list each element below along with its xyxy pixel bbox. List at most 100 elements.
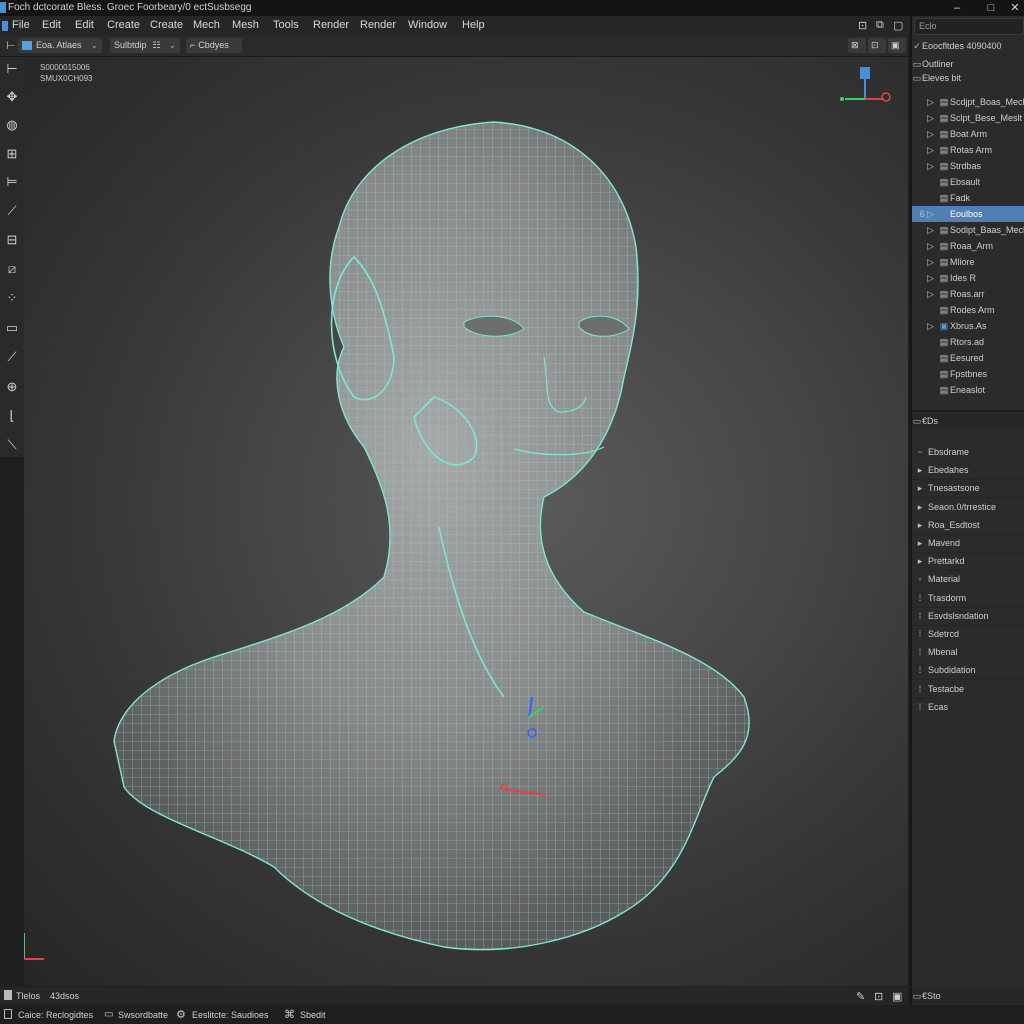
- section-toggle-icon[interactable]: ⁞: [912, 681, 928, 698]
- section-toggle-icon[interactable]: ⁞: [912, 608, 928, 625]
- section-toggle-icon[interactable]: ▸: [912, 553, 928, 570]
- section-toggle-icon[interactable]: ▸: [912, 535, 928, 552]
- fullscreen-icon[interactable]: ▢: [893, 19, 903, 32]
- annotate-tool-icon[interactable]: ⊟: [2, 230, 22, 250]
- 3d-viewport[interactable]: S0000015006 SMUX0CH093: [24, 57, 908, 986]
- poly-build-icon[interactable]: ⟋: [2, 347, 22, 367]
- menu-edit-2[interactable]: Edit: [75, 19, 94, 31]
- section-toggle-icon[interactable]: ▸: [912, 462, 928, 479]
- menu-tools[interactable]: Tools: [273, 19, 299, 31]
- property-section[interactable]: ⁞ Trasdorm: [912, 590, 1024, 608]
- section-toggle-icon[interactable]: ▸: [912, 499, 928, 516]
- expand-arrow-icon[interactable]: ▷: [912, 254, 938, 270]
- section-toggle-icon[interactable]: ⁞: [912, 590, 928, 607]
- property-section[interactable]: ⁞ Subdidation: [912, 662, 1024, 680]
- menu-render-2[interactable]: Render: [360, 19, 396, 31]
- layout-icon[interactable]: ⊡: [858, 19, 867, 32]
- expand-icon[interactable]: ▣: [892, 990, 902, 1003]
- property-section[interactable]: ⁞ Esvdslsndation: [912, 608, 1024, 626]
- menu-edit[interactable]: Edit: [42, 19, 61, 31]
- outliner-item[interactable]: ▤ Rtors.ad: [912, 334, 1024, 350]
- brush-tool-icon[interactable]: ⟋: [2, 201, 22, 221]
- property-section[interactable]: ▸ Seaon.0/trrestice: [912, 499, 1024, 517]
- expand-arrow-icon[interactable]: ▷: [912, 286, 938, 302]
- outliner-item[interactable]: ▷ ▤ Rotas Arm: [912, 142, 1024, 158]
- property-section[interactable]: − Ebsdrame: [912, 444, 1024, 462]
- mode-selector[interactable]: Eoa. Atlaes ⌄: [18, 38, 102, 53]
- overlay-toggle-icon[interactable]: ⊠: [848, 38, 866, 53]
- shading-selector[interactable]: ⌐ Cbdyes: [186, 38, 242, 53]
- outliner-filter-row[interactable]: ✓Eoocfltdes 4090400: [912, 38, 1024, 54]
- outliner-item[interactable]: ▤ Eesured: [912, 350, 1024, 366]
- property-section[interactable]: ▸ Prettarkd: [912, 553, 1024, 571]
- section-toggle-icon[interactable]: ⁞: [912, 662, 928, 679]
- section-toggle-icon[interactable]: ⁞: [912, 626, 928, 643]
- property-section[interactable]: ▸ Mavend: [912, 535, 1024, 553]
- move-tool-icon[interactable]: ✥: [2, 87, 22, 107]
- property-section[interactable]: ◦ Material: [912, 571, 1024, 589]
- frame-icon[interactable]: ⊡: [874, 990, 883, 1003]
- outliner-item[interactable]: ▷ ▤ Sodipt_Baas_Mech: [912, 222, 1024, 238]
- minimize-icon[interactable]: –: [946, 0, 968, 16]
- section-toggle-icon[interactable]: ▸: [912, 480, 928, 497]
- loop-cut-icon[interactable]: ⁘: [2, 288, 22, 308]
- outliner-item[interactable]: ▷ ▤ Mliore: [912, 254, 1024, 270]
- select-tool-icon[interactable]: ⊢: [2, 59, 22, 79]
- expand-arrow-icon[interactable]: ▷: [912, 318, 938, 334]
- view-selector[interactable]: Sulbtdip ☷ ⌄: [110, 38, 180, 53]
- xray-toggle-icon[interactable]: ▣: [888, 38, 906, 53]
- edit-icon[interactable]: ✎: [856, 990, 865, 1003]
- measure-tool-icon[interactable]: ⧄: [2, 259, 22, 279]
- outliner-item[interactable]: ▤ Ebsault: [912, 174, 1024, 190]
- property-section[interactable]: ▸ Tnesastsone: [912, 480, 1024, 498]
- property-section[interactable]: ▸ Roa_Esdtost: [912, 517, 1024, 535]
- expand-arrow-icon[interactable]: ▷: [912, 142, 938, 158]
- outliner-item[interactable]: ▤ Fadk: [912, 190, 1024, 206]
- gizmo-toggle-icon[interactable]: ⊡: [868, 38, 886, 53]
- menu-create[interactable]: Create: [107, 19, 140, 31]
- expand-arrow-icon[interactable]: ▷: [912, 270, 938, 286]
- expand-arrow-icon[interactable]: ▷: [912, 126, 938, 142]
- shear-tool-icon[interactable]: ⟍: [2, 435, 22, 455]
- spin-tool-icon[interactable]: ⊕: [2, 377, 22, 397]
- outliner-search-field[interactable]: Eclo: [914, 18, 1024, 35]
- editor-type-icon[interactable]: ⊢: [6, 39, 16, 52]
- property-section[interactable]: ⁞ Testacbe: [912, 681, 1024, 699]
- close-icon[interactable]: ✕: [1004, 0, 1024, 16]
- outliner-item[interactable]: 6 ▷ Eoulbos: [912, 206, 1024, 222]
- outliner-item[interactable]: ▷ ▤ Scdjpt_Boas_Mech: [912, 94, 1024, 110]
- outliner-item[interactable]: ▷ ▤ Strdbas: [912, 158, 1024, 174]
- expand-arrow-icon[interactable]: ▷: [912, 222, 938, 238]
- menu-mech[interactable]: Mech: [193, 19, 220, 31]
- section-toggle-icon[interactable]: −: [912, 444, 928, 461]
- knife-tool-icon[interactable]: ▭: [2, 318, 22, 338]
- outliner-item[interactable]: ▤ Fpstbnes: [912, 366, 1024, 382]
- property-section[interactable]: ▸ Ebedahes: [912, 462, 1024, 480]
- transform-tool-icon[interactable]: ⊨: [2, 172, 22, 192]
- menu-mesh[interactable]: Mesh: [232, 19, 259, 31]
- expand-arrow-icon[interactable]: ▷: [912, 238, 938, 254]
- menu-render[interactable]: Render: [313, 19, 349, 31]
- expand-arrow-icon[interactable]: 6 ▷: [912, 206, 938, 222]
- outliner-item[interactable]: ▷ ▤ Boat Arm: [912, 126, 1024, 142]
- property-section[interactable]: ⁞ Mbenal: [912, 644, 1024, 662]
- section-toggle-icon[interactable]: ◦: [912, 571, 928, 588]
- menu-window[interactable]: Window: [408, 19, 447, 31]
- navigation-gizmo[interactable]: [840, 67, 891, 102]
- section-toggle-icon[interactable]: ▸: [912, 517, 928, 534]
- menu-create-2[interactable]: Create: [150, 19, 183, 31]
- outliner-root-row[interactable]: ▭Eleves bit: [912, 70, 1024, 86]
- outliner-item[interactable]: ▷ ▤ Roaa_Arm: [912, 238, 1024, 254]
- outliner-item[interactable]: ▷ ▤ Ides R: [912, 270, 1024, 286]
- outliner-item[interactable]: ▷ ▤ Roas.arr: [912, 286, 1024, 302]
- expand-arrow-icon[interactable]: ▷: [912, 94, 938, 110]
- smooth-tool-icon[interactable]: ⌊: [2, 406, 22, 426]
- outliner-item[interactable]: ▤ Rodes Arm: [912, 302, 1024, 318]
- outliner-item[interactable]: ▷ ▤ Sclpt_Bese_Meslt: [912, 110, 1024, 126]
- expand-arrow-icon[interactable]: ▷: [912, 110, 938, 126]
- scale-tool-icon[interactable]: ⊞: [2, 144, 22, 164]
- property-section[interactable]: ⁞ Sdetrcd: [912, 626, 1024, 644]
- maximize-icon[interactable]: □: [980, 0, 1002, 16]
- property-section[interactable]: ⁞ Ecas: [912, 699, 1024, 717]
- menu-file[interactable]: File: [12, 19, 30, 31]
